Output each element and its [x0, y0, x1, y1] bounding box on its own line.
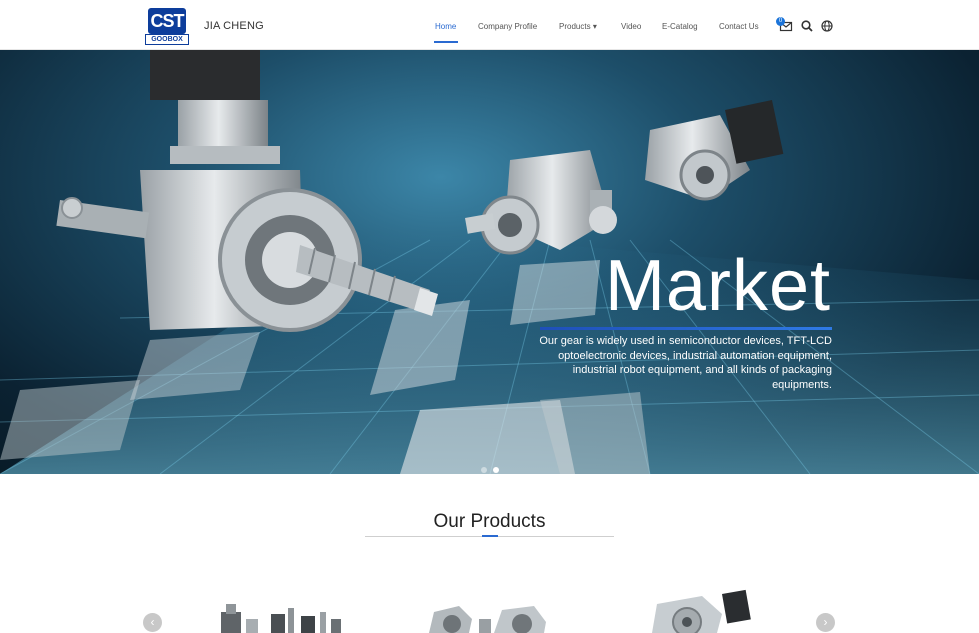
product-card-2[interactable] — [424, 574, 552, 633]
product-card-1[interactable] — [216, 574, 344, 633]
carousel-pagination — [481, 460, 505, 474]
chevron-down-icon: ▾ — [592, 22, 597, 31]
nav-active-underline — [434, 41, 458, 43]
product-image-2 — [429, 606, 546, 633]
search-icon[interactable] — [800, 19, 814, 33]
globe-icon[interactable] — [820, 19, 834, 33]
brand-name[interactable]: JIA CHENG — [204, 20, 264, 32]
carousel-next-button[interactable]: › — [816, 613, 835, 632]
nav-ecatalog[interactable]: E-Catalog — [662, 22, 698, 31]
carousel-dot-2[interactable] — [493, 467, 499, 473]
carousel-prev-button[interactable]: ‹ — [143, 613, 162, 632]
hero-description: Our gear is widely used in semiconductor… — [539, 335, 832, 391]
nav-home[interactable]: Home — [435, 22, 456, 31]
carousel-dot-1[interactable] — [481, 467, 487, 473]
logo-mark: CST — [148, 8, 186, 34]
nav-contact-us[interactable]: Contact Us — [719, 22, 759, 31]
hero-title: Market — [604, 246, 831, 326]
hero-title-underline — [540, 327, 832, 330]
nav-products[interactable]: Products ▾ — [559, 22, 597, 31]
section-title-accent — [482, 535, 498, 537]
section-title-our-products: Our Products — [433, 511, 546, 532]
company-logo[interactable]: CST GOOBOX — [145, 8, 189, 45]
product-image-1 — [221, 604, 341, 633]
nav-products-label: Products — [559, 22, 591, 31]
hero-banner[interactable]: Market Our gear is widely used in semico… — [0, 50, 979, 474]
product-image-3 — [652, 589, 751, 633]
site-header: CST GOOBOX JIA CHENG Home Company Profil… — [0, 0, 979, 50]
hero-background-image — [0, 50, 979, 474]
nav-company-profile[interactable]: Company Profile — [478, 22, 537, 31]
product-card-3[interactable] — [632, 574, 760, 633]
nav-video[interactable]: Video — [621, 22, 641, 31]
mail-count-badge: 0 — [776, 17, 785, 26]
logo-subtext: GOOBOX — [145, 34, 189, 45]
